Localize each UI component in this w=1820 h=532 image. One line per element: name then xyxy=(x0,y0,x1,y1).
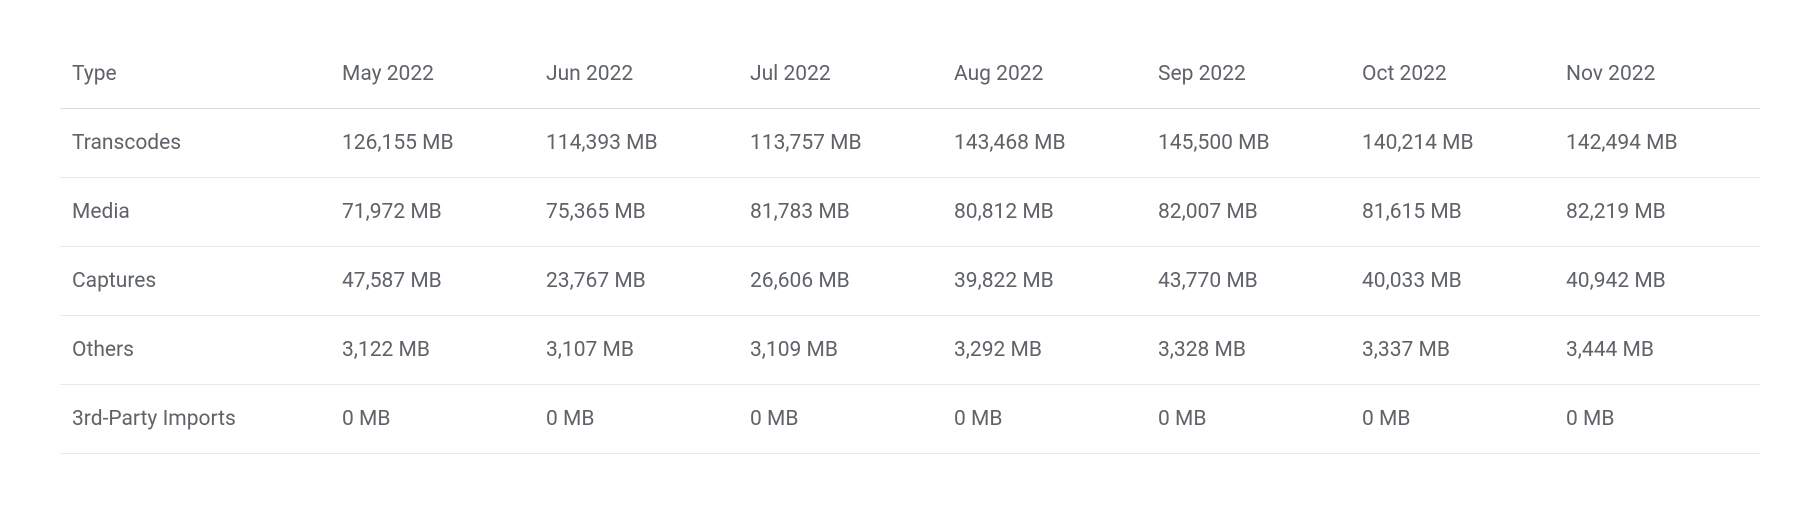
table-row: Others 3,122 MB 3,107 MB 3,109 MB 3,292 … xyxy=(60,316,1760,385)
row-value: 3,107 MB xyxy=(536,316,740,385)
row-value: 114,393 MB xyxy=(536,109,740,178)
row-type-label: Transcodes xyxy=(60,109,332,178)
header-month: May 2022 xyxy=(332,40,536,109)
row-value: 0 MB xyxy=(1352,385,1556,454)
row-value: 43,770 MB xyxy=(1148,247,1352,316)
row-value: 3,444 MB xyxy=(1556,316,1760,385)
row-value: 3,122 MB xyxy=(332,316,536,385)
row-value: 0 MB xyxy=(740,385,944,454)
header-month: Jun 2022 xyxy=(536,40,740,109)
row-value: 39,822 MB xyxy=(944,247,1148,316)
header-month: Sep 2022 xyxy=(1148,40,1352,109)
row-value: 40,033 MB xyxy=(1352,247,1556,316)
header-type: Type xyxy=(60,40,332,109)
row-value: 26,606 MB xyxy=(740,247,944,316)
row-type-label: Others xyxy=(60,316,332,385)
table-header-row: Type May 2022 Jun 2022 Jul 2022 Aug 2022… xyxy=(60,40,1760,109)
table-row: Captures 47,587 MB 23,767 MB 26,606 MB 3… xyxy=(60,247,1760,316)
row-value: 23,767 MB xyxy=(536,247,740,316)
row-value: 82,007 MB xyxy=(1148,178,1352,247)
header-month: Oct 2022 xyxy=(1352,40,1556,109)
table-row: Media 71,972 MB 75,365 MB 81,783 MB 80,8… xyxy=(60,178,1760,247)
row-value: 3,292 MB xyxy=(944,316,1148,385)
row-value: 40,942 MB xyxy=(1556,247,1760,316)
row-value: 0 MB xyxy=(1148,385,1352,454)
row-value: 143,468 MB xyxy=(944,109,1148,178)
header-month: Aug 2022 xyxy=(944,40,1148,109)
header-month: Jul 2022 xyxy=(740,40,944,109)
row-value: 80,812 MB xyxy=(944,178,1148,247)
row-value: 3,337 MB xyxy=(1352,316,1556,385)
row-value: 142,494 MB xyxy=(1556,109,1760,178)
storage-usage-table: Type May 2022 Jun 2022 Jul 2022 Aug 2022… xyxy=(60,40,1760,454)
table-row: Transcodes 126,155 MB 114,393 MB 113,757… xyxy=(60,109,1760,178)
row-value: 0 MB xyxy=(944,385,1148,454)
row-type-label: Captures xyxy=(60,247,332,316)
row-value: 3,328 MB xyxy=(1148,316,1352,385)
row-value: 0 MB xyxy=(1556,385,1760,454)
row-value: 113,757 MB xyxy=(740,109,944,178)
row-value: 82,219 MB xyxy=(1556,178,1760,247)
row-value: 0 MB xyxy=(332,385,536,454)
row-value: 75,365 MB xyxy=(536,178,740,247)
row-type-label: 3rd-Party Imports xyxy=(60,385,332,454)
header-month: Nov 2022 xyxy=(1556,40,1760,109)
row-value: 47,587 MB xyxy=(332,247,536,316)
row-value: 145,500 MB xyxy=(1148,109,1352,178)
table-row: 3rd-Party Imports 0 MB 0 MB 0 MB 0 MB 0 … xyxy=(60,385,1760,454)
row-value: 3,109 MB xyxy=(740,316,944,385)
row-value: 126,155 MB xyxy=(332,109,536,178)
row-value: 71,972 MB xyxy=(332,178,536,247)
row-value: 140,214 MB xyxy=(1352,109,1556,178)
row-value: 81,615 MB xyxy=(1352,178,1556,247)
row-type-label: Media xyxy=(60,178,332,247)
row-value: 81,783 MB xyxy=(740,178,944,247)
row-value: 0 MB xyxy=(536,385,740,454)
